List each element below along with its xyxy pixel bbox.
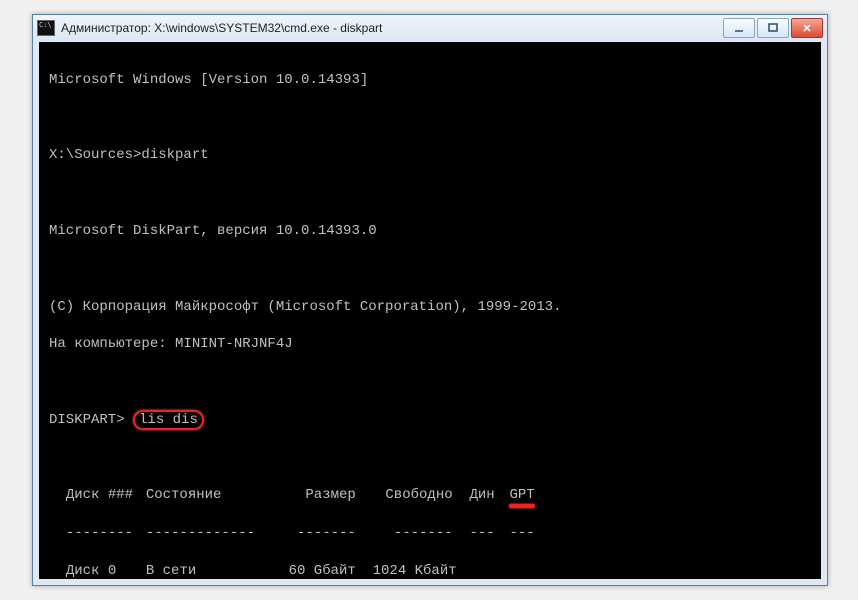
table-row: Диск 0В сети60 Gбайт 1024 Kбайт (49, 562, 811, 579)
cell-disk: Диск 0 (66, 562, 146, 579)
minimize-icon (733, 22, 745, 34)
computer-line: На компьютере: MININT-NRJNF4J (49, 335, 811, 354)
close-button[interactable] (791, 18, 823, 38)
hdr-state: Состояние (146, 486, 276, 505)
maximize-button[interactable] (757, 18, 789, 38)
diskpart-version: Microsoft DiskPart, версия 10.0.14393.0 (49, 222, 811, 241)
cell-size: 60 Gбайт (276, 562, 356, 579)
prompt-line: X:\Sources>diskpart (49, 146, 811, 165)
table-divider-row: ---------------------------- ------- ---… (49, 524, 811, 543)
cell-free: 1024 Kбайт (373, 562, 453, 579)
table-header-row: Диск ###СостояниеРазмер Свободно ДинGPT (49, 486, 811, 505)
dp-prompt: DISKPART> (49, 412, 125, 428)
dp-command-line: DISKPART> lis dis (49, 411, 811, 430)
close-icon (801, 22, 813, 34)
hdr-size: Размер (276, 486, 356, 505)
cmd-icon (37, 20, 55, 36)
entered-command: lis dis (133, 410, 204, 430)
cell-state: В сети (146, 562, 276, 579)
hdr-disk: Диск ### (66, 486, 146, 505)
minimize-button[interactable] (723, 18, 755, 38)
hdr-free: Свободно (373, 486, 453, 505)
header-line: Microsoft Windows [Version 10.0.14393] (49, 71, 811, 90)
terminal-area[interactable]: Microsoft Windows [Version 10.0.14393] X… (39, 42, 821, 579)
hdr-dyn: Дин (469, 486, 509, 505)
titlebar[interactable]: Администратор: X:\windows\SYSTEM32\cmd.e… (33, 15, 827, 41)
maximize-icon (767, 22, 779, 34)
window-buttons (723, 18, 823, 38)
window-frame: Администратор: X:\windows\SYSTEM32\cmd.e… (32, 14, 828, 586)
copyright: (C) Корпорация Майкрософт (Microsoft Cor… (49, 298, 811, 317)
title-text: Администратор: X:\windows\SYSTEM32\cmd.e… (61, 21, 723, 35)
hdr-gpt: GPT (509, 486, 534, 505)
